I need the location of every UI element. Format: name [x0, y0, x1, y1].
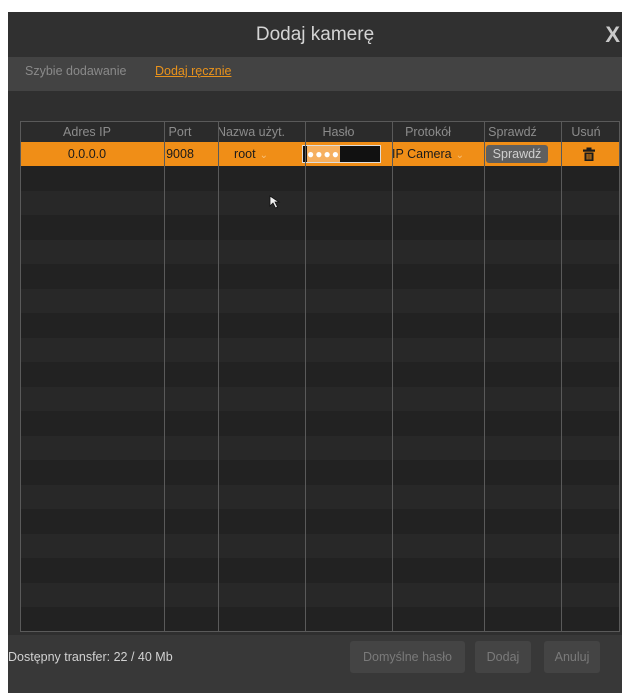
header-protocol: Protokół — [405, 125, 451, 139]
column-divider — [164, 122, 165, 631]
ip-cell[interactable]: 0.0.0.0 — [21, 142, 153, 166]
tab-manual-add[interactable]: Dodaj ręcznie — [155, 57, 231, 91]
header-ip: Adres IP — [63, 125, 111, 139]
dialog-title: Dodaj kamerę — [255, 24, 375, 45]
column-divider — [484, 122, 485, 631]
content-area: Adres IP Port Nazwa użyt. Hasło Protokół… — [8, 91, 622, 635]
add-camera-dialog: Dodaj kamerę X Szybie dodawanie Dodaj rę… — [8, 12, 622, 693]
protocol-select[interactable]: IP Camera ⌄ — [382, 142, 474, 166]
empty-table-row — [21, 215, 619, 240]
table-row[interactable]: 0.0.0.0 9008 root ⌄ ●●●● IP Camera ⌄ Spraw… — [21, 142, 619, 166]
empty-table-row — [21, 264, 619, 289]
empty-table-row — [21, 362, 619, 387]
empty-table-row — [21, 509, 619, 534]
check-button[interactable]: Sprawdź — [486, 145, 548, 163]
empty-table-row — [21, 582, 619, 607]
close-icon[interactable]: X — [605, 12, 620, 57]
trash-icon — [583, 147, 595, 161]
empty-table-row — [21, 435, 619, 460]
add-button[interactable]: Dodaj — [475, 641, 531, 673]
port-cell[interactable]: 9008 — [153, 142, 207, 166]
footer-bar: Dostępny transfer: 22 / 40 Mb Domyślne h… — [8, 635, 622, 693]
empty-table-row — [21, 288, 619, 313]
empty-table-row — [21, 337, 619, 362]
tab-bar: Szybie dodawanie Dodaj ręcznie — [8, 57, 622, 91]
empty-table-row — [21, 460, 619, 485]
empty-table-row — [21, 411, 619, 436]
delete-button[interactable] — [558, 142, 619, 166]
default-password-button[interactable]: Domyślne hasło — [350, 641, 465, 673]
header-port: Port — [168, 125, 192, 139]
tab-quick-add[interactable]: Szybie dodawanie — [25, 57, 126, 91]
header-password: Hasło — [322, 125, 355, 139]
chevron-down-icon: ⌄ — [259, 150, 268, 161]
camera-table: Adres IP Port Nazwa użyt. Hasło Protokół… — [20, 121, 620, 632]
empty-table-row — [21, 607, 619, 631]
title-bar: Dodaj kamerę X — [8, 12, 622, 57]
empty-table-row — [21, 558, 619, 583]
transfer-status: Dostępny transfer: 22 / 40 Mb — [8, 650, 173, 664]
header-username: Nazwa użyt. — [216, 125, 286, 139]
empty-table-row — [21, 533, 619, 558]
column-divider — [218, 122, 219, 631]
password-input[interactable]: ●●●● — [302, 145, 381, 163]
empty-table-row — [21, 190, 619, 215]
password-mask: ●●●● — [307, 146, 340, 162]
cancel-button[interactable]: Anuluj — [544, 641, 600, 673]
column-divider — [392, 122, 393, 631]
empty-table-row — [21, 166, 619, 191]
column-divider — [561, 122, 562, 631]
username-value: root — [234, 147, 256, 161]
mouse-cursor-icon — [269, 195, 281, 209]
header-check: Sprawdź — [488, 125, 537, 139]
empty-table-row — [21, 313, 619, 338]
table-header: Adres IP Port Nazwa użyt. Hasło Protokół… — [21, 122, 619, 142]
empty-table-row — [21, 484, 619, 509]
username-select[interactable]: root ⌄ — [207, 142, 295, 166]
protocol-value: IP Camera — [392, 147, 452, 161]
empty-table-row — [21, 632, 619, 633]
chevron-down-icon: ⌄ — [455, 150, 464, 161]
empty-table-row — [21, 239, 619, 264]
empty-table-row — [21, 386, 619, 411]
column-divider — [305, 122, 306, 631]
